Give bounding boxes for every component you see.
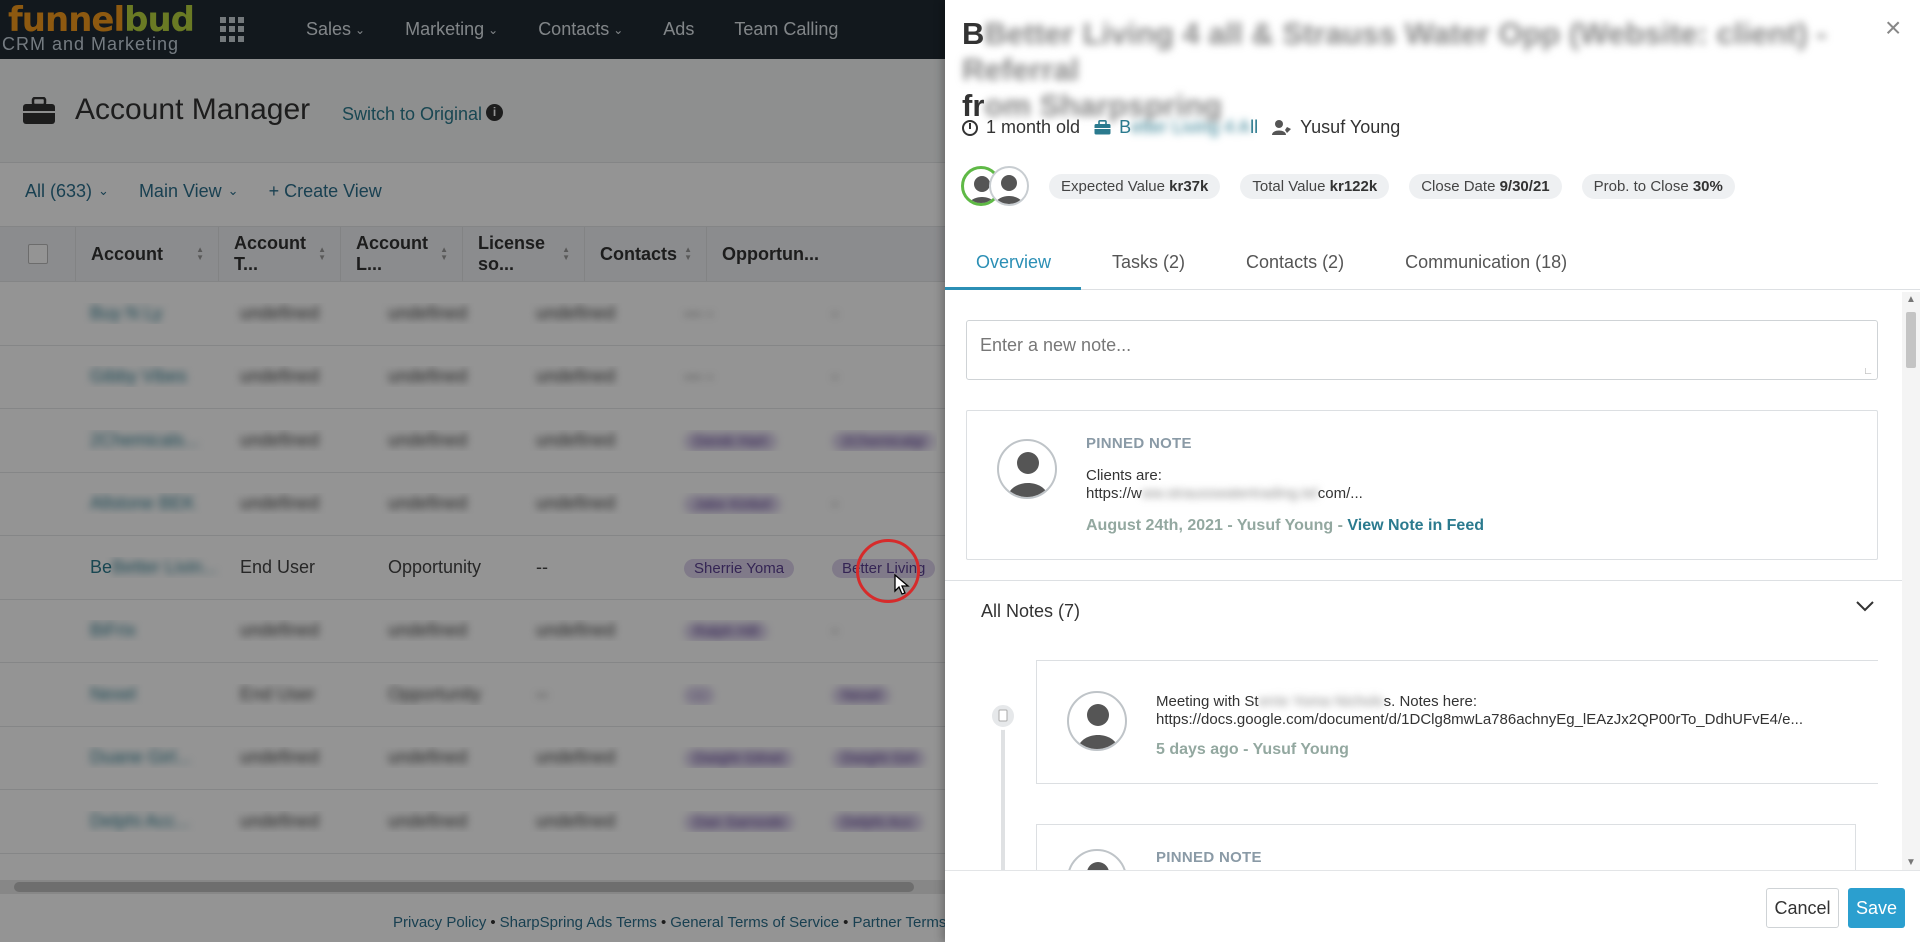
panel-footer: Cancel Save — [945, 870, 1920, 942]
owner-name: Yusuf Young — [1300, 117, 1401, 137]
title-text-start: B — [962, 16, 985, 51]
owner-meta: Yusuf Young — [1272, 117, 1400, 138]
title-text-blurred: Better Living 4 all & Strauss Water Opp … — [962, 16, 1827, 87]
avatar[interactable] — [989, 166, 1029, 206]
scroll-up-icon[interactable]: ▲ — [1906, 294, 1916, 305]
opportunity-title: BBetter Living 4 all & Strauss Water Opp… — [962, 16, 1872, 124]
click-indicator — [856, 539, 920, 603]
value-badge: Close Date 9/30/21 — [1409, 174, 1562, 199]
pinned-note-card: PINNED NOTE Clients are: https://www.str… — [966, 410, 1878, 560]
view-note-in-feed-link[interactable]: View Note in Feed — [1347, 517, 1484, 534]
tab-overview[interactable]: Overview — [945, 242, 1082, 290]
note-url[interactable]: https://docs.google.com/document/d/1DClg… — [1156, 711, 1803, 728]
pinned-note-url-start: https://w — [1086, 485, 1142, 502]
note-type-icon — [989, 702, 1017, 730]
pinned-note-meta: August 24th, 2021 - Yusuf Young - View N… — [1086, 517, 1484, 535]
age-meta: 1 month old — [962, 117, 1080, 138]
note-meta: 5 days ago - Yusuf Young — [1156, 741, 1349, 758]
note-card: PINNED NOTE — [1036, 824, 1856, 870]
avatar — [1067, 691, 1127, 751]
scroll-down-icon[interactable]: ▼ — [1906, 857, 1916, 868]
value-badge: Total Value kr122k — [1240, 174, 1390, 199]
overview-content: Enter a new note... ∟ PINNED NOTE Client… — [945, 290, 1905, 870]
clock-icon — [962, 119, 978, 136]
cancel-button[interactable]: Cancel — [1766, 888, 1839, 928]
contact-avatars[interactable] — [961, 166, 1031, 208]
note-card: Meeting with Sterrie Yoma Nicholss. Note… — [1036, 660, 1878, 784]
tab-communication[interactable]: Communication (18) — [1374, 242, 1597, 290]
tab-tasks[interactable]: Tasks (2) — [1081, 242, 1215, 290]
pinned-note-url-blurred: ww.strausswatertrading.tel — [1141, 485, 1318, 502]
account-name-blurred: etter Living 4 A — [1131, 117, 1251, 137]
value-badge: Expected Value kr37k — [1049, 174, 1221, 199]
panel-tabs: Overview Tasks (2) Contacts (2) Communicati… — [945, 242, 1920, 290]
badge-value: 30% — [1692, 178, 1723, 195]
opportunity-detail-panel: BBetter Living 4 all & Strauss Water Opp… — [945, 0, 1920, 942]
resize-handle-icon: ∟ — [1863, 366, 1873, 377]
mouse-cursor-icon — [894, 574, 910, 595]
panel-vertical-scrollbar[interactable]: ▲ ▼ — [1902, 292, 1920, 870]
note-text: Meeting with Sterrie Yoma Nicholss. Note… — [1156, 693, 1803, 729]
account-name-end: ll — [1250, 117, 1259, 137]
badge-label: Prob. to Close — [1593, 178, 1689, 195]
badge-value: kr37k — [1169, 178, 1209, 195]
close-icon[interactable]: × — [1885, 12, 1901, 44]
pinned-note-line1: Clients are: — [1086, 467, 1162, 484]
new-note-input[interactable]: Enter a new note... ∟ — [966, 320, 1878, 380]
note-line1-blurred: errie Yoma Nichols — [1258, 693, 1384, 710]
notes-timeline-line — [1001, 710, 1005, 870]
account-name-start: B — [1119, 117, 1132, 137]
user-owner-icon — [1272, 120, 1292, 135]
account-link[interactable]: Better Living 4 All — [1094, 117, 1258, 138]
new-note-placeholder: Enter a new note... — [980, 335, 1132, 355]
briefcase-icon — [1094, 120, 1111, 135]
modal-backdrop[interactable] — [0, 0, 945, 942]
badge-label: Expected Value — [1061, 178, 1165, 195]
badge-label: Close Date — [1421, 178, 1496, 195]
badge-value: kr122k — [1329, 178, 1378, 195]
pinned-note-url-end: com/... — [1317, 485, 1363, 502]
pinned-note-date-author: August 24th, 2021 - Yusuf Young - — [1086, 517, 1348, 534]
pinned-note-text: Clients are: https://www.strausswatertra… — [1086, 467, 1363, 503]
pinned-note-label: PINNED NOTE — [1156, 849, 1262, 866]
opportunity-meta: 1 month old Better Living 4 All Yusuf Yo… — [962, 117, 1404, 138]
note-line1-start: Meeting with St — [1156, 693, 1259, 710]
all-notes-header[interactable]: All Notes (7) — [945, 580, 1902, 642]
save-button[interactable]: Save — [1848, 888, 1905, 928]
tab-contacts[interactable]: Contacts (2) — [1215, 242, 1374, 290]
note-line1-end: s. Notes here: — [1383, 693, 1477, 710]
pinned-note-label: PINNED NOTE — [1086, 435, 1192, 452]
avatar — [997, 439, 1057, 499]
chevron-down-icon[interactable] — [1855, 599, 1875, 613]
all-notes-label: All Notes (7) — [981, 601, 1081, 621]
badge-value: 9/30/21 — [1499, 178, 1550, 195]
value-badges: Expected Value kr37k Total Value kr122k Cl… — [1049, 174, 1735, 199]
avatar — [1067, 849, 1127, 870]
age-text: 1 month old — [986, 117, 1081, 137]
badge-label: Total Value — [1252, 178, 1326, 195]
value-badge: Prob. to Close 30% — [1581, 174, 1735, 199]
